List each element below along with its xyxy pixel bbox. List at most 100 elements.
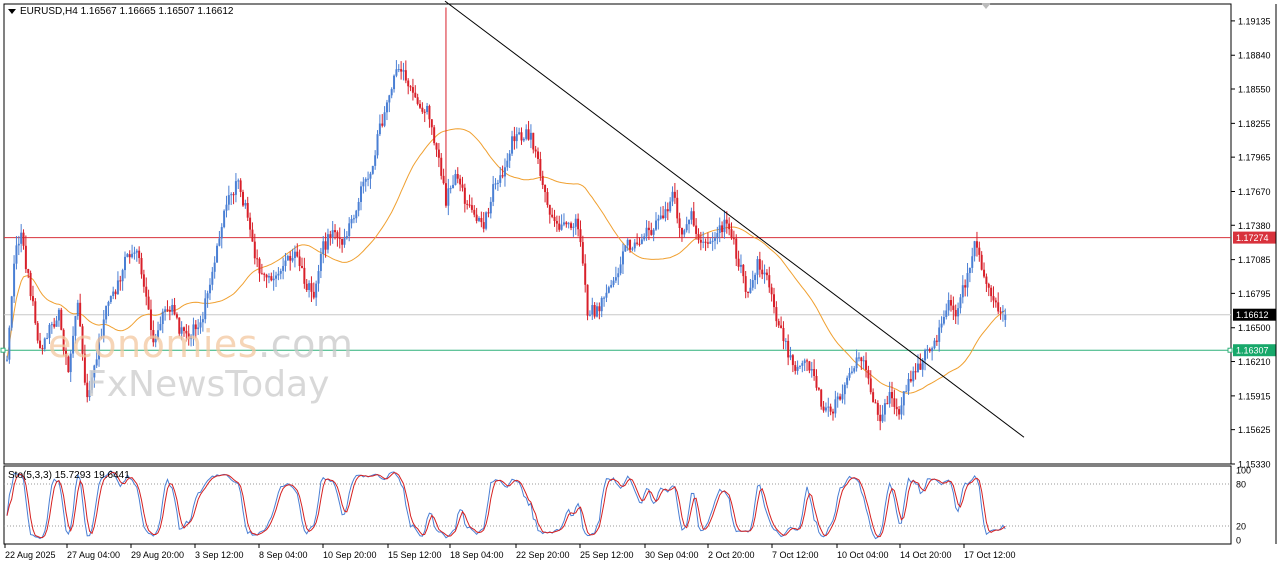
- candle-body: [322, 241, 325, 255]
- candle-body: [145, 286, 148, 297]
- price-axis-label: 1.17085: [1238, 255, 1271, 265]
- candle-body: [933, 340, 936, 349]
- candle-body: [605, 292, 608, 298]
- candle-body: [57, 309, 60, 321]
- menu-triangle-icon[interactable]: [8, 8, 16, 14]
- candle-body: [204, 298, 207, 320]
- candle-body: [223, 210, 226, 228]
- candle-body: [440, 157, 443, 176]
- candle-body: [973, 241, 976, 257]
- candle-body: [742, 264, 745, 277]
- stochastic-axis-label: 80: [1236, 480, 1246, 490]
- candle-body: [633, 242, 636, 249]
- candle-body: [669, 201, 672, 212]
- candle-body: [256, 258, 259, 260]
- candle-body: [319, 254, 322, 272]
- price-axis-label: 1.16500: [1238, 323, 1271, 333]
- candle-body: [473, 209, 476, 215]
- candle-body: [315, 283, 318, 298]
- watermark-economies: economies.com: [48, 322, 354, 366]
- candle-body: [555, 220, 558, 224]
- candle-body: [765, 272, 768, 276]
- candle-body: [352, 218, 355, 220]
- time-axis-label: 29 Aug 20:00: [131, 550, 184, 560]
- candle-body: [367, 178, 370, 180]
- candle-body: [263, 273, 266, 275]
- candle-body: [744, 276, 747, 292]
- candle-body: [798, 365, 801, 367]
- candle-body: [41, 348, 44, 350]
- candle-body: [470, 205, 473, 210]
- candle-body: [175, 314, 178, 318]
- candle-body: [579, 229, 582, 243]
- candle-body: [607, 287, 610, 293]
- candle-body: [640, 239, 643, 244]
- candle-body: [466, 203, 469, 205]
- candle-body: [310, 283, 313, 292]
- candle-body: [834, 399, 837, 414]
- candle-body: [506, 160, 509, 168]
- candle-body: [636, 242, 639, 244]
- candle-body: [208, 284, 211, 294]
- candle-body: [683, 230, 686, 235]
- candle-body: [940, 323, 943, 328]
- candle-body: [317, 271, 320, 284]
- candle-body: [411, 87, 414, 93]
- candle-body: [119, 280, 122, 282]
- candle-body: [945, 310, 948, 317]
- candle-body: [534, 149, 537, 152]
- candle-body: [371, 165, 374, 174]
- candle-body: [334, 230, 337, 233]
- candle-body: [239, 180, 242, 192]
- candle-body: [645, 227, 648, 237]
- candle-body: [676, 197, 679, 219]
- candle-body: [617, 273, 620, 278]
- level-marker-left: [0, 347, 6, 353]
- candle-body: [822, 406, 825, 411]
- candle-body: [501, 175, 504, 177]
- candle-body: [131, 253, 134, 258]
- candle-body: [919, 363, 922, 370]
- candle-body: [570, 223, 573, 228]
- candle-body: [423, 111, 426, 113]
- candle-body: [626, 239, 629, 246]
- candle-body: [378, 123, 381, 135]
- candle-body: [433, 127, 436, 144]
- candle-body: [27, 269, 30, 273]
- candle-body: [857, 357, 860, 359]
- candle-body: [773, 294, 775, 308]
- candle-body: [437, 149, 440, 158]
- price-label-text: 1.16307: [1236, 346, 1269, 356]
- time-axis-label: 10 Sep 20:00: [323, 550, 377, 560]
- candle-body: [775, 307, 778, 322]
- candle-body: [272, 278, 275, 281]
- candle-body: [593, 305, 596, 317]
- candle-body: [881, 414, 884, 422]
- candle-body: [780, 325, 783, 329]
- candle-body: [614, 277, 617, 281]
- candle-body: [76, 302, 79, 317]
- price-axis-label: 1.15625: [1238, 425, 1271, 435]
- time-axis-label: 17 Oct 12:00: [964, 550, 1016, 560]
- candle-body: [213, 262, 216, 272]
- candle-body: [624, 245, 627, 252]
- candle-body: [706, 242, 709, 244]
- candle-body: [275, 275, 278, 279]
- candle-body: [548, 204, 551, 215]
- candle-body: [29, 272, 32, 297]
- candle-body: [496, 182, 499, 184]
- candle-body: [551, 214, 554, 217]
- candle-body: [355, 210, 358, 219]
- candle-body: [850, 371, 853, 373]
- candle-body: [15, 245, 18, 264]
- chart-shift-marker-icon[interactable]: [981, 3, 991, 9]
- candle-body: [855, 357, 858, 369]
- candle-body: [537, 151, 539, 159]
- price-axis-label: 1.17380: [1238, 221, 1271, 231]
- candle-body: [891, 392, 893, 399]
- candle-body: [883, 403, 886, 415]
- candle-body: [494, 183, 497, 185]
- candle-body: [848, 372, 851, 378]
- candle-body: [657, 218, 660, 221]
- candle-body: [928, 349, 931, 352]
